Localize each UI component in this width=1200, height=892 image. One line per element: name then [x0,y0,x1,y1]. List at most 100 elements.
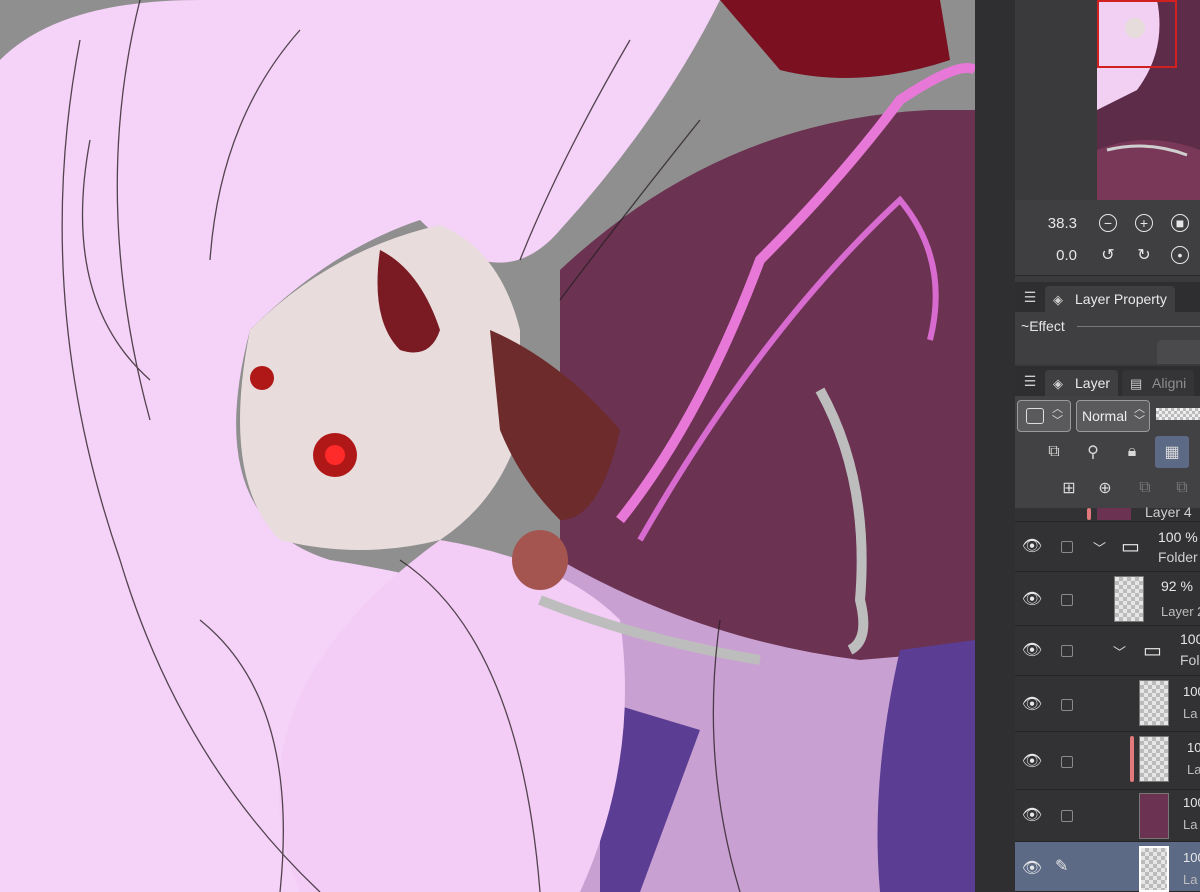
zoom-row: 38.3 − + ■ [1015,208,1191,238]
layer-thumbnail [1097,508,1131,520]
lock-transparency-icon[interactable]: ▦ [1155,436,1189,468]
artwork [0,0,975,892]
effect-divider [1077,326,1200,327]
rotate-value[interactable]: 0.0 [1015,247,1083,264]
layer-stack-icon: ◈ [1053,376,1063,391]
align-icon: ▤ [1130,376,1143,391]
layer-opacity: 100 [1183,795,1200,810]
layer-checkbox[interactable] [1061,594,1073,606]
effect-section: ~Effect [1015,312,1200,364]
panel-divider [975,0,1015,892]
layer-checkbox[interactable] [1061,756,1073,768]
layer-thumbnail [1139,736,1169,782]
layer-checkbox[interactable] [1061,541,1073,553]
eye-icon[interactable]: 👁︎ [1021,805,1043,825]
layer-row[interactable]: 👁︎ 100 La [1015,732,1200,790]
blend-mode-arrows-icon: ︿ ﹀ [1134,403,1145,427]
chevron-down-icon[interactable]: ﹀ [1113,642,1126,661]
navigator-controls: 38.3 − + ■ 0.0 ↺ ↻ • [1015,200,1200,276]
zoom-in-icon: + [1135,214,1153,232]
layer-opacity: 92 % [1161,578,1193,594]
tab-layer-property-label: Layer Property [1075,291,1167,307]
layer-row[interactable]: 👁︎ 100 La [1015,790,1200,842]
reset-rotate-icon: • [1171,246,1189,264]
menu-icon[interactable]: ☰ [1015,366,1045,396]
tab-layer-property[interactable]: ◈ Layer Property [1045,286,1175,312]
layer-row[interactable]: 👁︎ ﹀ ▭ 100 Fold [1015,626,1200,676]
layer-checkbox[interactable] [1061,810,1073,822]
reset-rotate-button[interactable]: • [1169,244,1191,266]
zoom-in-button[interactable]: + [1133,212,1155,234]
rotate-right-icon: ↻ [1137,247,1151,264]
tab-align[interactable]: ▤ Aligni [1122,370,1195,396]
layer-opacity: 100 [1187,740,1200,755]
blend-mode-value: Normal [1082,408,1128,424]
eye-icon[interactable]: 👁︎ [1021,694,1043,714]
rotate-left-button[interactable]: ↺ [1097,244,1119,266]
layer-opacity: 100 [1180,631,1200,647]
layer-color-marker [1087,508,1091,520]
layer-name: La [1183,872,1198,887]
new-folder-icon[interactable]: ⊕ [1093,476,1117,500]
layer-checkbox[interactable] [1061,645,1073,657]
layer-name: Layer 2 [1161,604,1200,619]
layer-opacity: 100 % [1158,529,1198,545]
layer-thumbnail [1139,793,1169,839]
layer-color-icon [1026,408,1044,424]
tab-layer-label: Layer [1075,375,1111,391]
new-layer-icon[interactable]: ⊞ [1057,476,1081,500]
layer-checkbox[interactable] [1061,699,1073,711]
transfer-down-icon[interactable]: ⧉ [1133,476,1157,500]
layer-row[interactable]: 👁︎ 100 La [1015,676,1200,732]
tab-align-label: Aligni [1152,375,1187,391]
chevron-down-icon[interactable]: ﹀ [1093,538,1106,557]
layer-name: Layer 4 [1145,504,1192,520]
eye-icon[interactable]: 👁︎ [1021,589,1043,609]
zoom-value[interactable]: 38.3 [1015,215,1083,232]
layer-color-marker [1130,736,1134,782]
folder-icon: ▭ [1121,536,1140,558]
zoom-out-button[interactable]: − [1097,212,1119,234]
layer-name: Folder [1158,549,1198,565]
merge-icon[interactable]: ⧉ [1170,476,1194,500]
zoom-out-icon: − [1099,214,1117,232]
navigator-view-frame[interactable] [1097,0,1177,68]
layer-list: Layer 4 👁︎ ﹀ ▭ 100 % Folder 👁︎ 92 % Laye… [1015,504,1200,892]
clip-icon[interactable]: ⧉ [1042,440,1066,464]
tab-layer[interactable]: ◈ Layer [1045,370,1119,396]
eye-icon[interactable]: 👁︎ [1021,751,1043,771]
fit-button[interactable]: ■ [1169,212,1191,234]
pen-icon: ✎ [1055,858,1069,875]
fit-icon: ■ [1171,214,1189,232]
eye-icon[interactable]: 👁︎ [1021,536,1043,556]
layer-opacity: 100 [1183,850,1200,865]
layer-name: La [1183,706,1198,721]
opacity-slider[interactable] [1156,408,1200,420]
menu-icon[interactable]: ☰ [1015,282,1045,312]
blend-mode-select[interactable]: Normal ︿ ﹀ [1076,400,1150,432]
rotate-row: 0.0 ↺ ↻ • [1015,240,1191,270]
layer-toolbar: ︿ ﹀ Normal ︿ ﹀ ⧉ ⚲ 🔒︎ ▦ ⊞ ⊕ ⧉ ⧉ [1015,396,1200,508]
layer-row[interactable]: 👁︎ 92 % Layer 2 [1015,572,1200,626]
eye-icon[interactable]: 👁︎ [1021,640,1043,660]
layer-row[interactable]: 👁︎ ﹀ ▭ 100 % Folder [1015,522,1200,572]
layer-thumbnail [1114,576,1144,622]
eye-icon[interactable]: 👁︎ [1021,858,1043,878]
drawing-canvas[interactable] [0,0,975,892]
effect-label: ~Effect [1021,318,1065,334]
layer-tabbar: ☰ ◈ Layer ▤ Aligni [1015,366,1200,396]
rotate-right-button[interactable]: ↻ [1133,244,1155,266]
effect-toggle-button[interactable] [1157,340,1200,364]
layer-color-stepper[interactable]: ︿ ﹀ [1017,400,1071,432]
layer-name: La [1183,817,1198,832]
layer-opacity: 100 [1183,684,1200,699]
layer-property-icon: ◈ [1053,292,1063,307]
reference-icon[interactable]: ⚲ [1081,440,1105,464]
layer-row-selected[interactable]: 👁︎ ✎ 100 La [1015,842,1200,892]
stepper-arrows-icon: ︿ ﹀ [1052,403,1063,427]
side-panel: 38.3 − + ■ 0.0 ↺ ↻ • ☰ ◈ Layer Property … [1015,0,1200,892]
layer-row[interactable]: Layer 4 [1015,504,1200,522]
folder-icon: ▭ [1143,640,1162,662]
layer-name: La [1187,762,1200,777]
lock-icon[interactable]: 🔒︎ [1120,440,1144,464]
